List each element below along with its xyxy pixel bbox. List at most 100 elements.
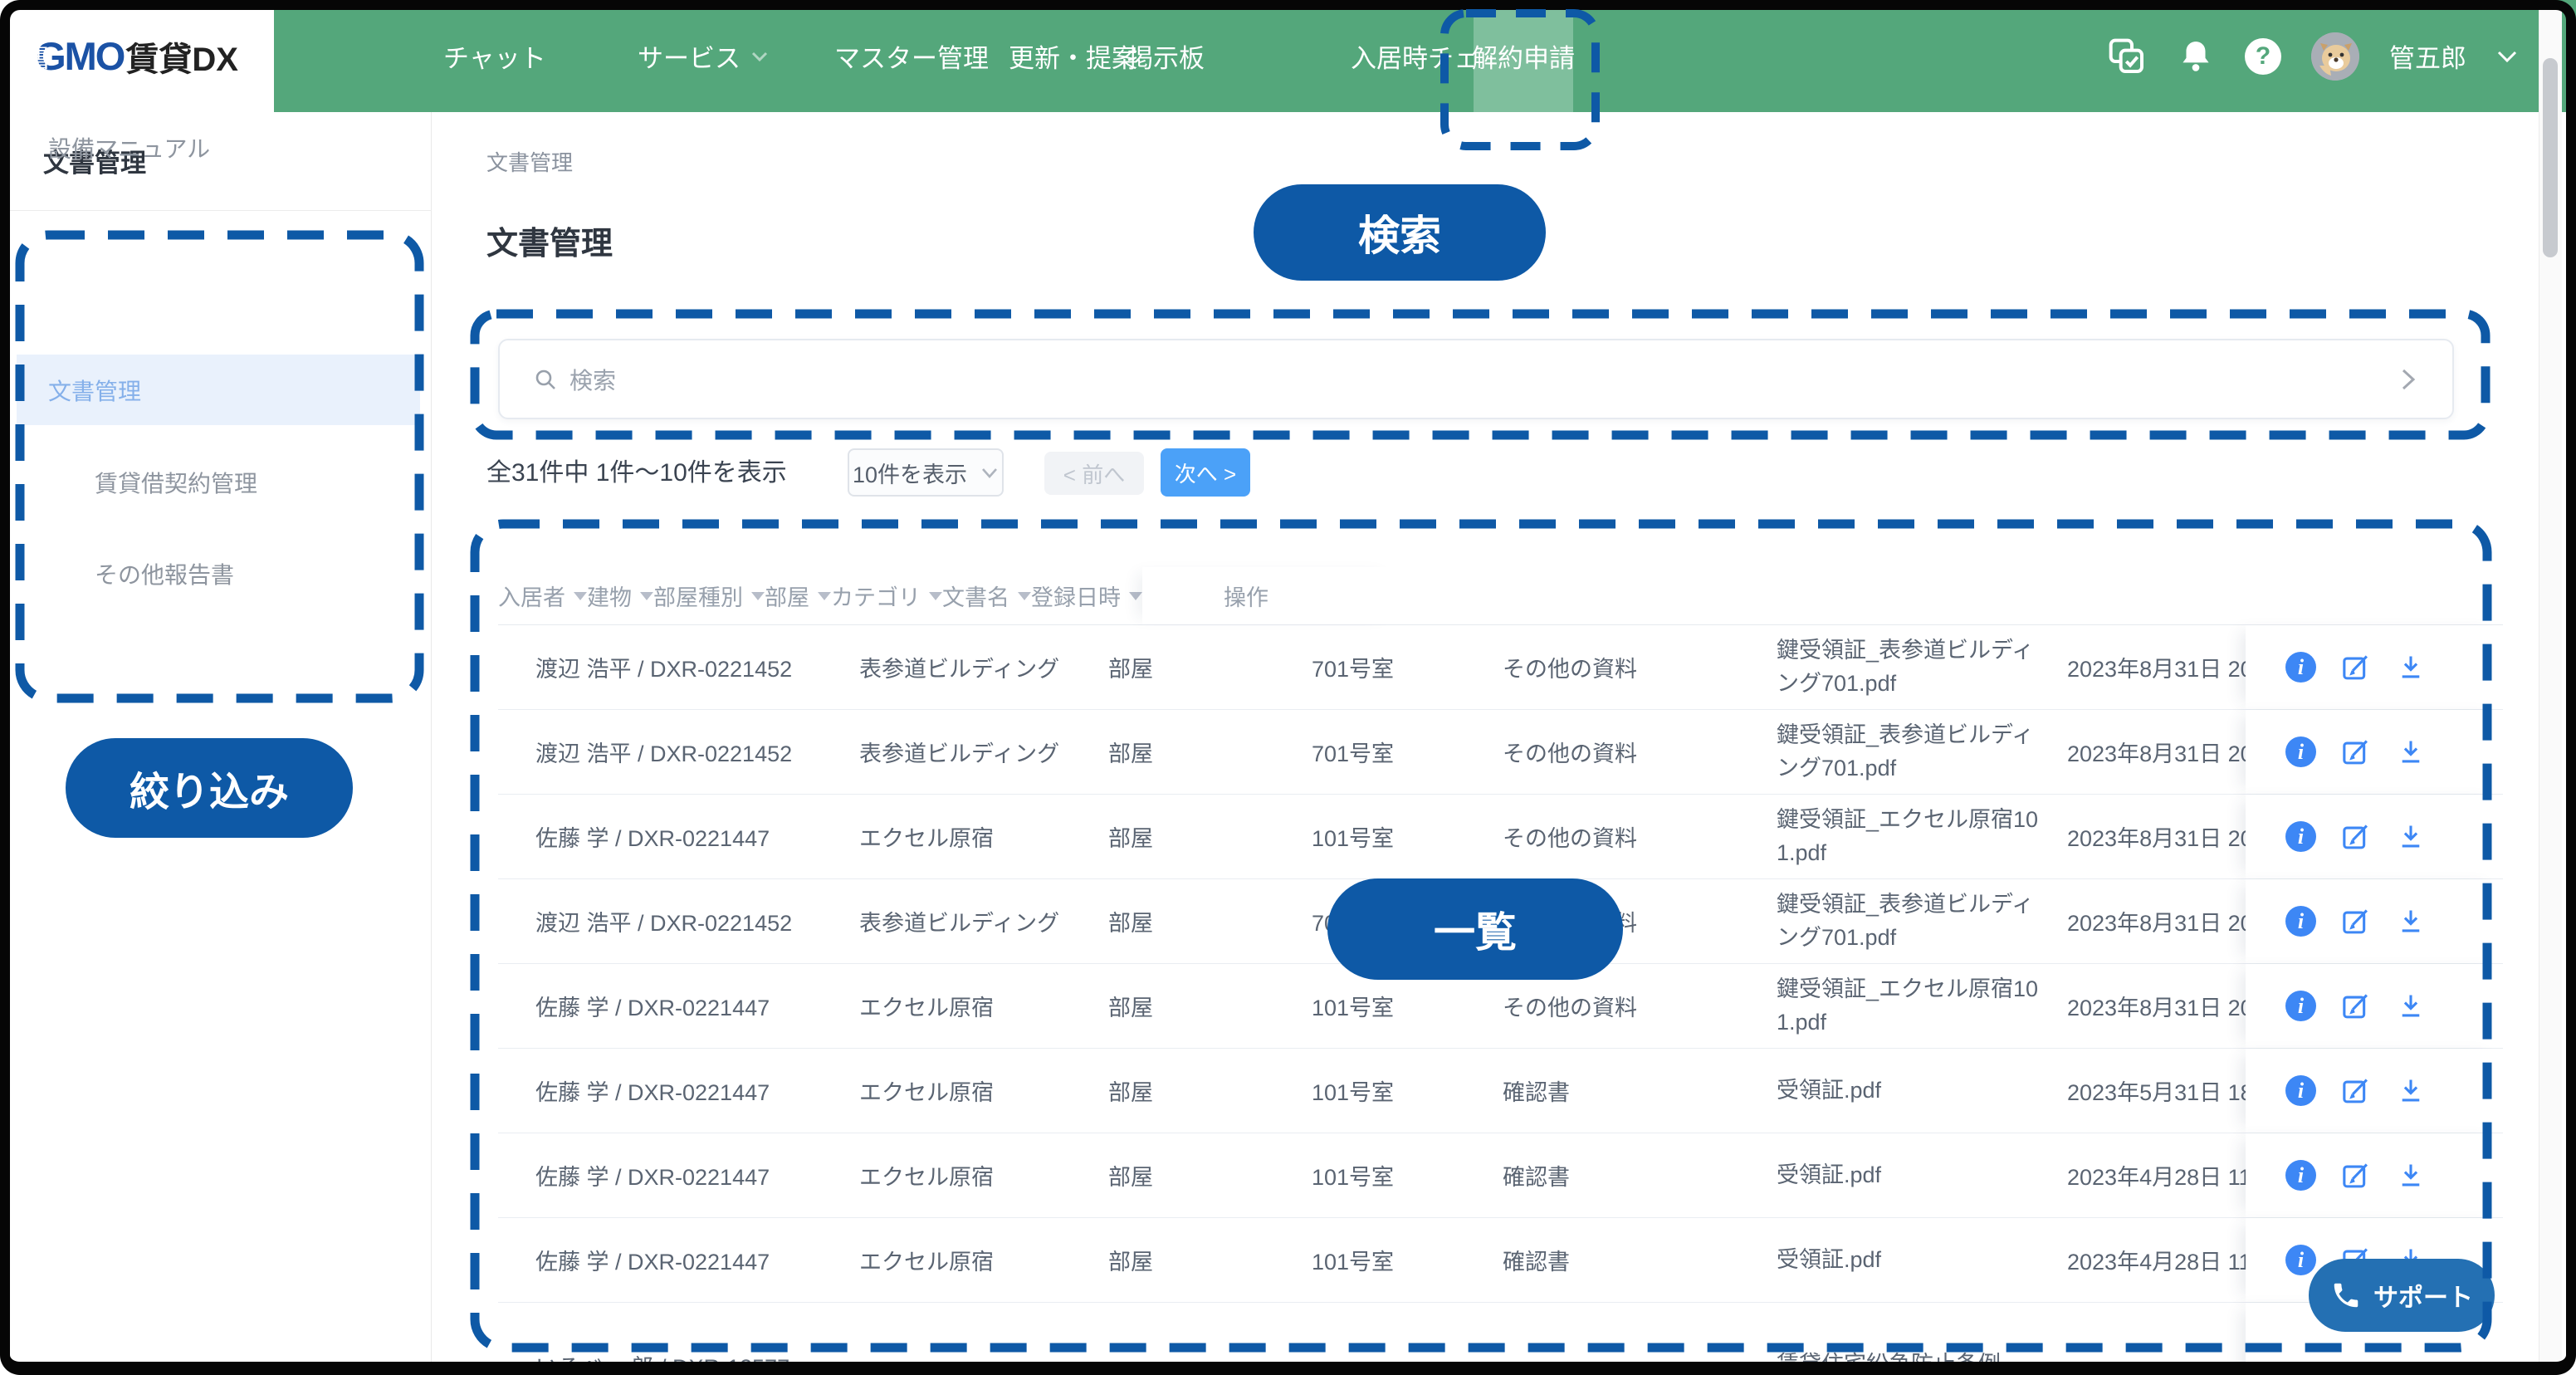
edit-icon[interactable] xyxy=(2341,1161,2371,1191)
column-header[interactable]: 登録日時 xyxy=(1031,580,1142,612)
edit-icon[interactable] xyxy=(2341,1076,2371,1106)
download-icon[interactable] xyxy=(2396,991,2426,1021)
nav-item-label: サービス xyxy=(638,37,741,75)
column-header[interactable]: 部屋 xyxy=(765,580,831,612)
nav-menu-item[interactable]: 解約申請 xyxy=(1474,0,1573,112)
user-name[interactable]: 管五郎 xyxy=(2389,37,2466,75)
column-header[interactable]: 入居者 xyxy=(498,580,587,612)
download-icon[interactable] xyxy=(2396,1076,2426,1106)
document-name-cell: 受領証.pdf xyxy=(1772,1074,2063,1107)
avatar[interactable] xyxy=(2311,32,2359,81)
column-header-label: 建物 xyxy=(587,580,632,612)
annotation-badge-search: 検索 xyxy=(1254,184,1546,281)
room-type-cell: 部屋 xyxy=(1104,1244,1308,1276)
sidebar-item[interactable]: 賃貸借契約管理 xyxy=(17,447,420,517)
search-submit-chevron-icon[interactable] xyxy=(2398,365,2419,394)
info-icon[interactable] xyxy=(2285,652,2316,683)
download-icon[interactable] xyxy=(2396,822,2426,852)
download-icon[interactable] xyxy=(2396,653,2426,683)
room-cell: 101号室 xyxy=(1308,990,1498,1022)
info-icon[interactable] xyxy=(2285,1075,2316,1106)
breadcrumb[interactable]: 文書管理 xyxy=(486,146,573,177)
vertical-scrollbar[interactable] xyxy=(2539,10,2562,1362)
info-icon[interactable] xyxy=(2285,821,2316,852)
sidebar-item[interactable]: 文書管理 xyxy=(17,355,420,425)
building-cell: 表参道ビルディング xyxy=(855,905,1104,937)
column-header[interactable]: 建物 xyxy=(587,580,653,612)
room-cell: 101号室 xyxy=(1308,1244,1498,1276)
column-header-label: 登録日時 xyxy=(1031,580,1121,612)
info-icon[interactable] xyxy=(2285,1245,2316,1275)
nav-menu-item[interactable]: サービス xyxy=(638,0,769,112)
search-input[interactable]: 検索 xyxy=(498,339,2454,419)
page-size-select[interactable]: 10件を表示 xyxy=(848,448,1004,497)
table-row[interactable]: 佐藤 学 / DXR-0221447 エクセル原宿 部屋 101号室 確認書 受… xyxy=(498,1133,2503,1218)
download-icon[interactable] xyxy=(2396,1161,2426,1191)
download-icon[interactable] xyxy=(2396,737,2426,767)
nav-menu: チャット サービス マスター管理 更新・提案 xyxy=(0,0,2158,112)
row-actions xyxy=(2246,625,2503,709)
building-cell: 表参道ビルディング xyxy=(855,736,1104,768)
user-menu-chevron-icon[interactable] xyxy=(2496,49,2518,64)
sidebar-item[interactable]: 設備マニュアル xyxy=(17,112,420,183)
table-row[interactable]: 渡辺 浩平 / DXR-0221452 表参道ビルディング 部屋 701号室 そ… xyxy=(498,710,2503,795)
bell-icon[interactable] xyxy=(2177,37,2215,76)
document-name-cell: 鍵受領証_表参道ビルディング701.pdf xyxy=(1772,888,2063,953)
scrollbar-thumb[interactable] xyxy=(2543,58,2558,257)
edit-icon[interactable] xyxy=(2341,822,2371,852)
edit-icon[interactable] xyxy=(2341,653,2371,683)
sort-caret-icon xyxy=(640,592,653,600)
document-name-cell: 鍵受領証_表参道ビルディング701.pdf xyxy=(1772,634,2063,699)
tenant-cell: 佐藤 学 / DXR-0221447 xyxy=(498,820,855,853)
info-icon[interactable] xyxy=(2285,906,2316,937)
building-cell: 表参道ビルディング xyxy=(855,651,1104,683)
registered-date-cell: 2023年4月28日 11 xyxy=(2063,1159,2246,1192)
tenant-cell: 渡辺 浩平 / DXR-0221452 xyxy=(498,736,855,768)
sidebar-item-label: その他報告書 xyxy=(95,557,234,590)
download-icon[interactable] xyxy=(2396,907,2426,937)
edit-icon[interactable] xyxy=(2341,991,2371,1021)
tenant-cell: 佐藤 学 / DXR-0221447 xyxy=(498,1244,855,1276)
nav-menu-item[interactable]: 文書 xyxy=(0,0,51,112)
table-row[interactable]: 佐藤 学 / DXR-0221447 エクセル原宿 部屋 101号室 確認書 受… xyxy=(498,1218,2503,1303)
info-icon[interactable] xyxy=(2285,736,2316,767)
table-row[interactable]: 佐藤 学 / DXR-0221447 エクセル原宿 部屋 101号室 確認書 受… xyxy=(498,1049,2503,1133)
table-row[interactable]: 渡辺 浩平 / DXR-0221452 表参道ビルディング 部屋 701号室 そ… xyxy=(498,625,2503,710)
info-icon[interactable] xyxy=(2285,991,2316,1021)
row-actions xyxy=(2246,964,2503,1048)
room-type-cell: 部屋 xyxy=(1104,905,1308,937)
column-header[interactable]: 部屋種別 xyxy=(653,580,765,612)
column-header[interactable]: 文書名 xyxy=(942,580,1031,612)
room-cell: 701号室 xyxy=(1308,736,1498,768)
room-type-cell: 部屋 xyxy=(1104,1159,1308,1192)
building-cell: エクセル原宿 xyxy=(855,1244,1104,1276)
tasks-icon[interactable] xyxy=(2107,37,2147,76)
support-button[interactable]: サポート xyxy=(2309,1259,2495,1332)
building-cell: エクセル原宿 xyxy=(855,1159,1104,1192)
table-row[interactable]: 佐藤 学 / DXR-0221447 エクセル原宿 部屋 101号室 その他の資… xyxy=(498,795,2503,879)
prev-page-button[interactable]: < 前へ xyxy=(1044,452,1144,495)
chevron-down-icon xyxy=(750,50,769,63)
edit-icon[interactable] xyxy=(2341,907,2371,937)
edit-icon[interactable] xyxy=(2341,737,2371,767)
column-header[interactable]: カテゴリ xyxy=(831,580,942,612)
row-actions xyxy=(2246,1133,2503,1217)
nav-menu-item[interactable]: チャット xyxy=(443,0,546,112)
nav-menu-item[interactable]: 更新・提案 xyxy=(1009,0,1137,112)
sidebar-divider xyxy=(0,210,432,211)
nav-item-label: 解約申請 xyxy=(1472,37,1575,75)
tenant-cell: いろべ 一郎 / DXR-12577 xyxy=(498,1349,855,1375)
table-row[interactable]: いろべ 一郎 / DXR-12577 賃貸住宅紛争防止条例 xyxy=(498,1303,2503,1375)
nav-menu-item[interactable]: 掲示板 xyxy=(1127,0,1205,112)
sidebar-item[interactable]: その他報告書 xyxy=(17,538,420,609)
next-page-button[interactable]: 次へ > xyxy=(1161,448,1250,497)
room-type-cell: 部屋 xyxy=(1104,1074,1308,1107)
nav-menu-item[interactable]: マスター管理 xyxy=(834,0,989,112)
help-icon[interactable]: ? xyxy=(2245,38,2281,75)
tenant-cell: 佐藤 学 / DXR-0221447 xyxy=(498,990,855,1022)
select-caret-icon xyxy=(980,467,999,479)
info-icon[interactable] xyxy=(2285,1160,2316,1191)
building-cell: エクセル原宿 xyxy=(855,820,1104,853)
room-type-cell: 部屋 xyxy=(1104,990,1308,1022)
nav-item-label: 掲示板 xyxy=(1127,37,1205,75)
